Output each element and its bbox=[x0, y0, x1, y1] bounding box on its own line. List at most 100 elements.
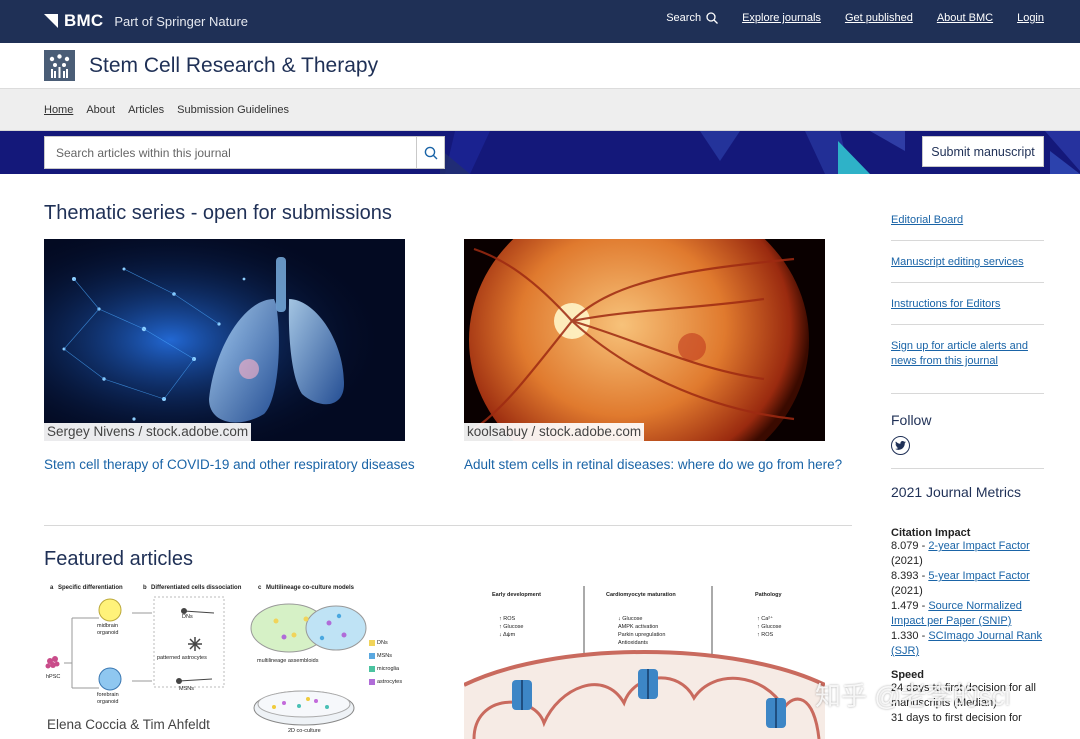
fig-label-organoid: organoid bbox=[97, 630, 119, 636]
fig2-col2-line3: Parkin upregulation bbox=[618, 632, 666, 638]
search-icon bbox=[706, 12, 719, 24]
search-button[interactable] bbox=[416, 137, 444, 168]
nav-home[interactable]: Home bbox=[44, 104, 73, 116]
bmc-logo-icon bbox=[44, 14, 58, 28]
fig-panel-b: b bbox=[143, 585, 147, 591]
search-label: Search bbox=[666, 12, 702, 24]
top-bar: BMC Part of Springer Nature Search Explo… bbox=[0, 0, 1080, 43]
journal-metrics-heading: 2021 Journal Metrics bbox=[891, 484, 1021, 500]
metric-value: 8.393 - bbox=[891, 570, 929, 582]
metric-link-5yr-if[interactable]: 5-year Impact Factor bbox=[928, 570, 1029, 582]
fig2-col-pathology: Pathology bbox=[755, 592, 782, 598]
organoid-diagram bbox=[45, 596, 375, 726]
nav-articles[interactable]: Articles bbox=[128, 104, 164, 116]
fig-label-patterned: patterned astrocytes bbox=[157, 655, 207, 661]
nav-about-bmc[interactable]: About BMC bbox=[937, 12, 993, 24]
fig-panel-c: c bbox=[258, 585, 262, 591]
fig2-col-early-dev: Early development bbox=[492, 592, 541, 598]
fig2-col2-line1: ↓ Glucose bbox=[618, 616, 643, 622]
fig-legend-astrocytes: astrocytes bbox=[377, 679, 403, 685]
sidebar: Editorial Board Manuscript editing servi… bbox=[891, 205, 1044, 726]
featured-heading: Featured articles bbox=[44, 548, 193, 570]
metric-value: 1.330 - bbox=[891, 630, 929, 642]
metric-5yr-impact-factor: 8.393 - 5-year Impact Factor (2021) bbox=[891, 569, 1044, 599]
fig-legend-msns: MSNs bbox=[377, 653, 392, 659]
journal-title[interactable]: Stem Cell Research & Therapy bbox=[89, 54, 378, 78]
watermark: 知乎 @老李的sci bbox=[815, 681, 1011, 711]
mitochondria-diagram bbox=[464, 586, 825, 739]
submit-manuscript-button[interactable]: Submit manuscript bbox=[922, 136, 1044, 167]
follow-heading: Follow bbox=[891, 412, 932, 428]
thematic-heading: Thematic series - open for submissions bbox=[44, 202, 392, 224]
journal-search bbox=[44, 136, 445, 169]
journal-logo[interactable] bbox=[44, 50, 75, 81]
nav-submission-guidelines[interactable]: Submission Guidelines bbox=[177, 104, 289, 116]
section-divider bbox=[44, 525, 852, 526]
metric-value: 1.479 - bbox=[891, 600, 929, 612]
fig-label-assembloids: multilineage assembloids bbox=[257, 658, 319, 664]
lungs-illustration bbox=[44, 239, 405, 441]
fig-label-organoid-2: organoid bbox=[97, 699, 119, 705]
journal-nav: Home About Articles Submission Guideline… bbox=[0, 89, 1080, 131]
twitter-link[interactable] bbox=[891, 436, 910, 455]
fig-label-2d-coculture: 2D co-culture bbox=[288, 728, 321, 734]
fig-label-coculture-models: Multilineage co-culture models bbox=[266, 585, 355, 591]
fig-label-forebrain: forebrain bbox=[97, 692, 119, 698]
sidebar-link-instructions-editors[interactable]: Instructions for Editors bbox=[891, 283, 1044, 325]
search-link[interactable]: Search bbox=[666, 12, 719, 24]
image-credit: koolsabuy / stock.adobe.com bbox=[464, 423, 645, 441]
thematic-image-retina[interactable]: koolsabuy / stock.adobe.com bbox=[464, 239, 825, 441]
fig-label-msns: MSNs bbox=[179, 686, 194, 692]
fig-label-dns: DNs bbox=[182, 614, 193, 620]
citation-impact-heading: Citation Impact bbox=[891, 527, 971, 539]
search-icon bbox=[424, 146, 437, 159]
fig-panel-a: a bbox=[50, 585, 54, 591]
thematic-link-retinal[interactable]: Adult stem cells in retinal diseases: wh… bbox=[464, 455, 844, 475]
bmc-logo[interactable]: BMC Part of Springer Nature bbox=[44, 10, 248, 32]
sidebar-link-editing-services[interactable]: Manuscript editing services bbox=[891, 241, 1044, 283]
metric-snip: 1.479 - Source Normalized Impact per Pap… bbox=[891, 599, 1044, 629]
fig-label-midbrain: midbrain bbox=[97, 623, 119, 629]
metric-year: (2021) bbox=[891, 555, 923, 567]
metric-year: (2021) bbox=[891, 585, 923, 597]
sidebar-divider bbox=[891, 468, 1044, 469]
fig-label-dissociation: Differentiated cells dissociation bbox=[151, 585, 242, 591]
featured-image-credit: Elena Coccia & Tim Ahfeldt bbox=[47, 717, 210, 732]
speed-first-decision-2: 31 days to first decision for bbox=[891, 712, 1022, 724]
image-credit: Sergey Nivens / stock.adobe.com bbox=[44, 423, 252, 441]
fig2-col2-line2: AMPK activation bbox=[618, 624, 659, 630]
fig-label-specific-diff: Specific differentiation bbox=[58, 585, 123, 591]
thematic-link-covid[interactable]: Stem cell therapy of COVID-19 and other … bbox=[44, 455, 444, 475]
sidebar-link-editorial-board[interactable]: Editorial Board bbox=[891, 205, 1044, 241]
featured-figure-cardiomyocyte[interactable]: Early development Cardiomyocyte maturati… bbox=[464, 583, 825, 739]
journal-logo-icon bbox=[49, 54, 70, 78]
nav-get-published[interactable]: Get published bbox=[845, 12, 913, 24]
metric-value: 8.079 - bbox=[891, 540, 929, 552]
fig2-col-maturation: Cardiomyocyte maturation bbox=[606, 592, 676, 598]
fig2-col3-line3: ↑ ROS bbox=[757, 632, 774, 638]
featured-figure-organoids[interactable]: a Specific differentiation b Differentia… bbox=[44, 583, 406, 739]
thematic-image-lungs[interactable]: Sergey Nivens / stock.adobe.com bbox=[44, 239, 405, 441]
fig2-col1-line3: ↓ Δψm bbox=[499, 632, 516, 638]
fig2-col1-line1: ↑ ROS bbox=[499, 616, 516, 622]
fig-label-hpsc: hPSC bbox=[46, 674, 61, 680]
nav-explore-journals[interactable]: Explore journals bbox=[742, 12, 821, 24]
top-nav: Search Explore journals Get published Ab… bbox=[666, 12, 1044, 24]
journal-header: Stem Cell Research & Therapy bbox=[0, 43, 1080, 89]
fig2-col3-line1: ↑ Ca²⁺ bbox=[757, 616, 774, 622]
brand-name: BMC bbox=[64, 11, 104, 30]
fig2-col3-line2: ↑ Glucose bbox=[757, 624, 782, 630]
search-input[interactable] bbox=[45, 137, 416, 168]
metric-link-2yr-if[interactable]: 2-year Impact Factor bbox=[928, 540, 1029, 552]
fig2-col2-line4: Antioxidants bbox=[618, 640, 648, 646]
nav-about[interactable]: About bbox=[86, 104, 115, 116]
fig-legend-microglia: microglia bbox=[377, 666, 400, 672]
sidebar-link-article-alerts[interactable]: Sign up for article alerts and news from… bbox=[891, 325, 1044, 394]
fig2-col1-line2: ↑ Glucose bbox=[499, 624, 524, 630]
brand-subtitle: Part of Springer Nature bbox=[114, 13, 249, 29]
nav-login[interactable]: Login bbox=[1017, 12, 1044, 24]
retina-illustration bbox=[469, 239, 809, 441]
metric-impact-factor: 8.079 - 2-year Impact Factor (2021) bbox=[891, 539, 1044, 569]
fig-legend-dns: DNs bbox=[377, 640, 388, 646]
metric-sjr: 1.330 - SCImago Journal Rank (SJR) bbox=[891, 629, 1044, 659]
